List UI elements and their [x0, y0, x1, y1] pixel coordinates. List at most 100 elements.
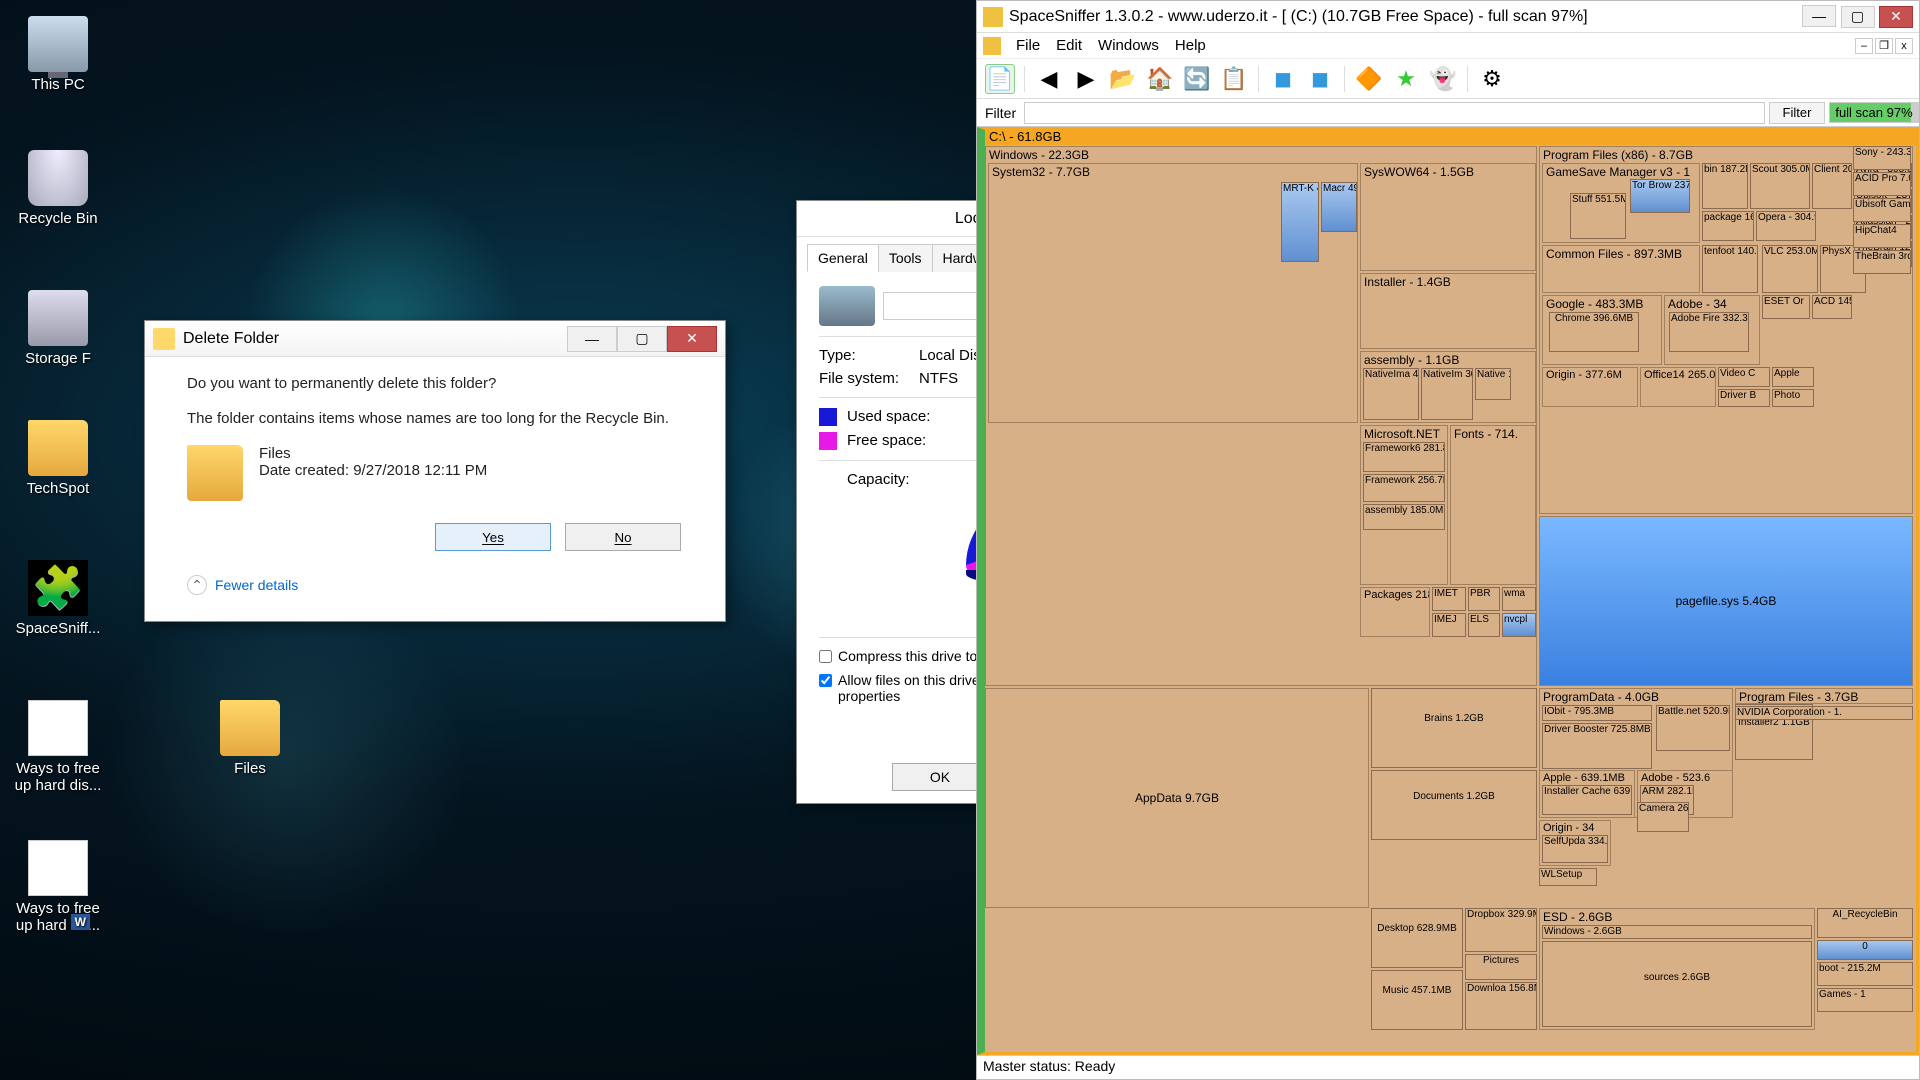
maximize-button[interactable]: ▢: [1841, 6, 1875, 28]
block-asmb[interactable]: assembly 185.0MB: [1363, 504, 1445, 530]
desktop-icon-storage-f[interactable]: Storage F: [8, 290, 108, 367]
block-chrome[interactable]: Chrome 396.6MB: [1549, 312, 1639, 352]
home-button[interactable]: 🏠: [1145, 64, 1175, 94]
block-acd[interactable]: ACD 145.1: [1812, 295, 1852, 319]
settings-button[interactable]: ⚙: [1477, 64, 1507, 94]
filter-button[interactable]: Filter: [1769, 102, 1825, 124]
block-system32[interactable]: System32 - 7.7GB MRT-K 49..3. Macr 49.: [988, 163, 1358, 423]
mdi-minimize-button[interactable]: –: [1855, 38, 1873, 54]
minimize-button[interactable]: —: [1802, 5, 1836, 27]
block-esd[interactable]: ESD - 2.6GB Windows - 2.6GB sources 2.6G…: [1539, 908, 1815, 1030]
block-office[interactable]: Office14 265.0MB: [1640, 367, 1716, 407]
block-tenfoot[interactable]: tenfoot 140.7M: [1702, 245, 1758, 293]
mdi-restore-button[interactable]: ❐: [1875, 38, 1893, 54]
desktop-icon-ways1[interactable]: Ways to free up hard dis...: [8, 700, 108, 794]
block-client[interactable]: Client 209.6: [1812, 163, 1852, 209]
block-videoc[interactable]: Video C: [1718, 367, 1770, 387]
tab-general[interactable]: General: [807, 244, 879, 272]
block-fonts[interactable]: Fonts - 714.: [1450, 425, 1536, 585]
block-pf[interactable]: Program Files - 3.7GB: [1735, 688, 1913, 704]
block-pics[interactable]: Pictures: [1465, 954, 1537, 980]
block-google[interactable]: Google - 483.3MB Chrome 396.6MB: [1542, 295, 1662, 365]
maximize-button[interactable]: ▢: [617, 326, 667, 352]
filter-input[interactable]: [1024, 102, 1765, 124]
block-docs[interactable]: Documents 1.2GB: [1371, 770, 1537, 840]
block-sources[interactable]: sources 2.6GB: [1542, 941, 1812, 1027]
menu-edit[interactable]: Edit: [1048, 35, 1090, 56]
folder-up-button[interactable]: 📂: [1108, 64, 1138, 94]
desktop-icon-ways2[interactable]: Ways to free up hard dri...: [8, 840, 108, 934]
block-boot[interactable]: boot - 215.2M: [1817, 962, 1913, 986]
block-stuff[interactable]: Stuff 551.5MB: [1570, 193, 1626, 239]
desktop-icon-spacesniffer[interactable]: SpaceSniff...: [8, 560, 108, 637]
root-label[interactable]: C:\ - 61.8GB: [985, 128, 1916, 145]
block-common[interactable]: Common Files - 897.3MB: [1542, 245, 1700, 293]
yes-button[interactable]: Yes: [435, 523, 551, 551]
block-desktop[interactable]: Desktop 628.9MB: [1371, 908, 1463, 968]
block-nvcpl[interactable]: nvcpl: [1502, 613, 1536, 637]
block-native[interactable]: Native 175.1M: [1475, 368, 1511, 400]
block-photo[interactable]: Photo: [1772, 389, 1814, 407]
block-adobe[interactable]: Adobe - 34 Adobe Fire 332.3MB: [1664, 295, 1760, 365]
block-nvidia[interactable]: NVIDIA Corporation - 1.: [1735, 706, 1913, 720]
block-opera[interactable]: Opera - 304.9: [1756, 211, 1816, 241]
refresh-button[interactable]: 🔄: [1182, 64, 1212, 94]
less-detail-button[interactable]: ◼: [1268, 64, 1298, 94]
block-hipchat[interactable]: HipChat4: [1853, 224, 1911, 248]
block-apple[interactable]: Apple - 639.1MB Installer Cache 639.0MB: [1539, 770, 1635, 818]
block-dropbox[interactable]: Dropbox 329.9MB: [1465, 908, 1537, 952]
block-acid[interactable]: ACID Pro 7.0: [1853, 172, 1911, 196]
block-fw6[interactable]: Framework6 281.8MB: [1363, 442, 1445, 472]
block-imet[interactable]: IMET: [1432, 587, 1466, 611]
back-button[interactable]: ◀: [1034, 64, 1064, 94]
desktop-icon-techspot[interactable]: TechSpot: [8, 420, 108, 497]
ghost-button[interactable]: 👻: [1428, 64, 1458, 94]
block-macr[interactable]: Macr 49.: [1321, 182, 1357, 232]
block-music[interactable]: Music 457.1MB: [1371, 970, 1463, 1030]
ok-button[interactable]: OK: [892, 763, 988, 791]
block-nativeim2[interactable]: NativeIm 306.0M: [1421, 368, 1473, 420]
new-scan-button[interactable]: 📄: [985, 64, 1015, 94]
no-button[interactable]: No: [565, 523, 681, 551]
block-vlc[interactable]: VLC 253.0MB: [1762, 245, 1818, 293]
block-windows[interactable]: Windows - 22.3GB System32 - 7.7GB MRT-K …: [985, 146, 1537, 686]
block-scout[interactable]: Scout 305.0MB: [1750, 163, 1810, 209]
block-bin[interactable]: bin 187.2M: [1702, 163, 1748, 209]
block-iobit[interactable]: IObit - 795.3MB: [1542, 705, 1652, 721]
block-zero[interactable]: 0: [1817, 940, 1913, 960]
block-appdata[interactable]: AppData 9.7GB: [985, 688, 1369, 908]
block-thebrain2[interactable]: TheBrain 3rd: [1853, 250, 1911, 274]
block-msnet[interactable]: Microsoft.NET Framework6 281.8MB Framewo…: [1360, 425, 1448, 585]
window-titlebar[interactable]: SpaceSniffer 1.3.0.2 - www.uderzo.it - […: [977, 1, 1919, 33]
block-syswow64[interactable]: SysWOW64 - 1.5GB: [1360, 163, 1536, 271]
block-sony[interactable]: Sony - 243.3: [1853, 146, 1911, 170]
block-imej[interactable]: IMEJ: [1432, 613, 1466, 637]
export-button[interactable]: 📋: [1219, 64, 1249, 94]
block-bnet[interactable]: Battle.net 520.9MB: [1656, 705, 1730, 751]
close-button[interactable]: ✕: [667, 326, 717, 352]
menu-windows[interactable]: Windows: [1090, 35, 1167, 56]
block-fw[interactable]: Framework 256.7MB: [1363, 474, 1445, 502]
block-nativeim[interactable]: NativeIma 409.9MB: [1363, 368, 1419, 420]
block-driverb[interactable]: Driver B: [1718, 389, 1770, 407]
forward-button[interactable]: ▶: [1071, 64, 1101, 94]
block-assembly[interactable]: assembly - 1.1GB NativeIma 409.9MB Nativ…: [1360, 351, 1536, 423]
more-detail-button[interactable]: ◼: [1305, 64, 1335, 94]
block-dl[interactable]: Downloa 156.8MB: [1465, 982, 1537, 1030]
block-installer[interactable]: Installer - 1.4GB: [1360, 273, 1536, 349]
desktop-icon-this-pc[interactable]: This PC: [8, 16, 108, 93]
block-packages[interactable]: Packages 218.7MB: [1360, 587, 1430, 637]
block-brains[interactable]: Brains 1.2GB: [1371, 688, 1537, 768]
block-airb[interactable]: AI_RecycleBin: [1817, 908, 1913, 938]
block-torbrow[interactable]: Tor Brow 237.6MB: [1630, 179, 1690, 213]
treemap[interactable]: C:\ - 61.8GB Windows - 22.3GB System32 -…: [977, 127, 1919, 1055]
block-camera[interactable]: Camera 262.2M: [1637, 802, 1689, 832]
block-origin[interactable]: Origin - 377.6M: [1542, 367, 1638, 407]
menu-file[interactable]: File: [1008, 35, 1048, 56]
fewer-details-link[interactable]: Fewer details: [187, 575, 683, 595]
block-applem[interactable]: Apple: [1772, 367, 1814, 387]
block-games[interactable]: Games - 1: [1817, 988, 1913, 1012]
block-mrt[interactable]: MRT-K 49..3.: [1281, 182, 1319, 262]
tag-button[interactable]: 🔶: [1354, 64, 1384, 94]
block-els[interactable]: ELS: [1468, 613, 1500, 637]
